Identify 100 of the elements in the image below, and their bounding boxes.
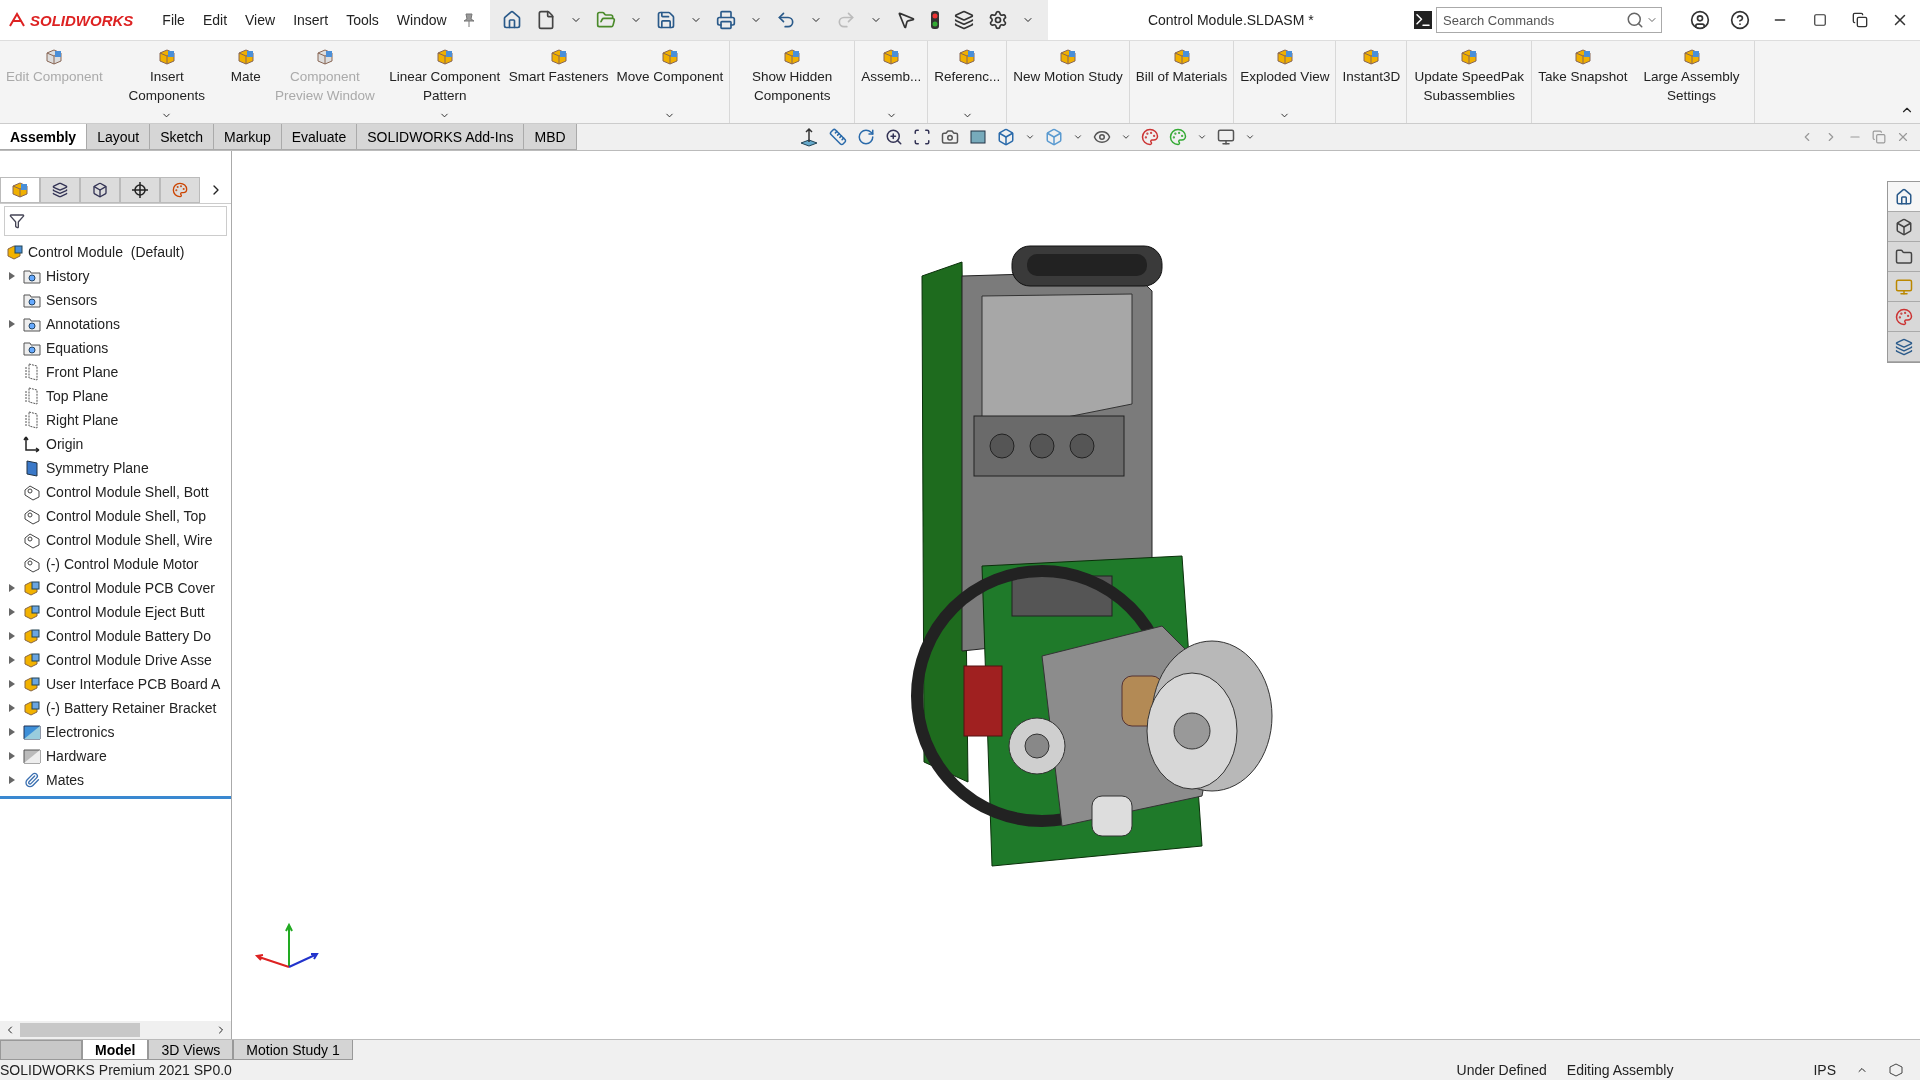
tree-item[interactable]: Control Module Drive Asse (0, 648, 231, 672)
panel-tab[interactable] (120, 177, 160, 203)
pointer-icon[interactable] (895, 10, 916, 30)
ribbon-button[interactable]: Mate (226, 41, 265, 123)
ribbon-button[interactable]: Bill of Materials (1131, 41, 1232, 123)
rotate-icon[interactable] (856, 128, 875, 146)
tree-item[interactable]: Control Module PCB Cover (0, 576, 231, 600)
expand-arrow-icon[interactable] (9, 608, 15, 616)
monitor-icon[interactable] (1216, 128, 1235, 146)
tab[interactable]: SOLIDWORKS Add-Ins (356, 124, 525, 150)
tree-item[interactable]: Symmetry Plane (0, 456, 231, 480)
appearance-icon[interactable] (1895, 307, 1913, 326)
tree-item[interactable]: Top Plane (0, 384, 231, 408)
caret-icon[interactable] (1024, 132, 1035, 142)
menu-item[interactable]: File (153, 12, 194, 28)
maximize-icon[interactable] (1813, 13, 1827, 27)
restore-icon[interactable] (1852, 12, 1868, 28)
tree-item[interactable]: Right Plane (0, 408, 231, 432)
view-cube-icon[interactable] (996, 128, 1015, 146)
help-icon[interactable] (1730, 10, 1750, 30)
ribbon-button[interactable]: Instant3D (1338, 41, 1405, 123)
folder-icon[interactable] (1895, 247, 1913, 266)
caret-icon[interactable] (1072, 132, 1083, 142)
expand-arrow-icon[interactable] (9, 752, 15, 760)
tab[interactable]: Model (82, 1040, 149, 1060)
filter-icon[interactable] (9, 213, 25, 229)
units-button[interactable]: IPS (1813, 1062, 1836, 1078)
scrollbar[interactable] (0, 1021, 231, 1039)
expand-arrow-icon[interactable] (9, 632, 15, 640)
status-icon[interactable] (1888, 1063, 1904, 1077)
settings-icon[interactable] (987, 10, 1008, 30)
open-folder-icon[interactable] (595, 10, 616, 30)
tab[interactable]: Markup (213, 124, 282, 150)
home-icon[interactable] (1895, 187, 1913, 206)
tab[interactable]: Assembly (0, 124, 88, 150)
tab[interactable]: Sketch (149, 124, 214, 150)
tree-item[interactable]: Control Module Shell, Bott (0, 480, 231, 504)
ribbon-button[interactable]: Insert Components (106, 41, 227, 123)
scene-icon[interactable] (1168, 128, 1187, 146)
normal-to-icon[interactable] (798, 127, 819, 147)
zoom-icon[interactable] (884, 128, 903, 146)
ribbon-button[interactable]: Large Assembly Settings (1631, 41, 1752, 123)
tree-item[interactable]: Sensors (0, 288, 231, 312)
printer-icon[interactable] (715, 10, 736, 30)
tab[interactable]: Layout (86, 124, 151, 150)
ribbon-button[interactable]: Smart Fasteners (504, 41, 613, 123)
ribbon-button[interactable]: Move Component (612, 41, 728, 123)
tree-item[interactable]: Annotations (0, 312, 231, 336)
expand-arrow-icon[interactable] (9, 728, 15, 736)
ribbon-button[interactable]: Assemb... (857, 41, 926, 123)
pin-icon[interactable] (461, 13, 476, 27)
traffic-light-icon[interactable] (929, 10, 940, 30)
menu-item[interactable]: Edit (193, 12, 237, 28)
tab[interactable]: 3D Views (148, 1040, 234, 1060)
caret-icon[interactable] (1120, 132, 1131, 142)
ribbon-button[interactable]: New Motion Study (1009, 41, 1127, 123)
caret-icon[interactable] (1244, 132, 1255, 142)
panel-tab[interactable] (40, 177, 80, 203)
tree-item[interactable]: Control Module Shell, Wire (0, 528, 231, 552)
save-icon[interactable] (655, 10, 676, 30)
tree-item[interactable]: Mates (0, 768, 231, 792)
caret-icon[interactable] (1196, 132, 1207, 142)
home-icon[interactable] (501, 10, 522, 30)
tree-item[interactable]: Control Module Battery Do (0, 624, 231, 648)
menu-item[interactable]: View (236, 12, 285, 28)
tree-item[interactable]: Electronics (0, 720, 231, 744)
tree-item[interactable]: Front Plane (0, 360, 231, 384)
tree-item[interactable]: Control Module Eject Butt (0, 600, 231, 624)
search-icon[interactable] (1626, 11, 1644, 29)
measure-icon[interactable] (828, 128, 847, 146)
tree-item[interactable]: User Interface PCB Board A (0, 672, 231, 696)
expand-arrow-icon[interactable] (9, 656, 15, 664)
terminal-icon[interactable] (1414, 11, 1432, 29)
appearance-icon[interactable] (1140, 128, 1159, 146)
camera-icon[interactable] (940, 128, 959, 146)
filter-field[interactable] (4, 206, 227, 236)
tab[interactable]: MBD (523, 124, 577, 150)
tab[interactable]: Motion Study 1 (233, 1040, 353, 1060)
tree-item[interactable]: Origin (0, 432, 231, 456)
menu-item[interactable]: Insert (284, 12, 338, 28)
tree-item[interactable]: (-) Battery Retainer Bracket (0, 696, 231, 720)
menu-item[interactable]: Window (387, 12, 456, 28)
expand-arrow-icon[interactable] (9, 272, 15, 280)
search-field[interactable]: Search Commands (1436, 7, 1662, 33)
ribbon-button[interactable]: Update SpeedPak Subassemblies (1409, 41, 1530, 123)
expand-arrow-icon[interactable] (9, 704, 15, 712)
expand-arrow-icon[interactable] (9, 320, 15, 328)
panel-tab[interactable] (80, 177, 120, 203)
zoom-area-icon[interactable] (912, 128, 931, 146)
tab[interactable]: Evaluate (280, 124, 358, 150)
tree-item[interactable]: Control Module Shell, Top (0, 504, 231, 528)
expand-arrow-icon[interactable] (9, 584, 15, 592)
tree-item[interactable]: Control Module (Default) (0, 240, 231, 264)
ribbon-button[interactable]: Linear Component Pattern (384, 41, 505, 123)
expand-arrow-icon[interactable] (9, 680, 15, 688)
expand-arrow-icon[interactable] (9, 776, 15, 784)
tree-item[interactable]: History (0, 264, 231, 288)
menu-item[interactable]: Tools (337, 12, 388, 28)
undo-icon[interactable] (775, 10, 796, 30)
ribbon-button[interactable]: Show Hidden Components (732, 41, 853, 123)
